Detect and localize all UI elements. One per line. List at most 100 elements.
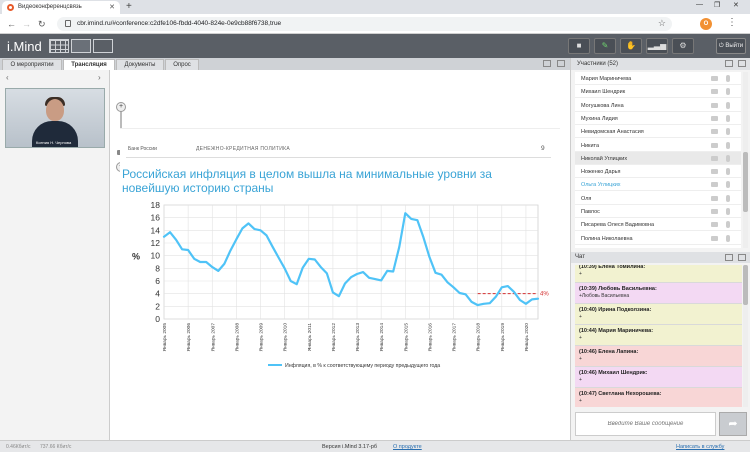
bookmark-star-icon[interactable]: ☆ [658, 18, 666, 29]
chat-scrollbar[interactable] [743, 265, 748, 407]
chat-message-text: + [579, 356, 582, 362]
participants-list: Мария Мариничева Михаил Шендрик Могушкова … [575, 72, 741, 248]
chat-message-author: (10:39) Любовь Васильевна: [579, 286, 657, 292]
zoom-in-icon[interactable]: + [116, 102, 126, 112]
chat-message-text: + [579, 335, 582, 341]
chevron-left-icon[interactable]: ‹ [6, 73, 9, 82]
chart-y-tick-label: 16 [151, 213, 161, 223]
minimize-window-icon[interactable]: — [696, 1, 703, 8]
participant-row[interactable]: Ноженко Дарья [575, 165, 741, 179]
layout-presentation-button[interactable] [93, 39, 113, 53]
restore-panel-icon[interactable] [543, 60, 551, 67]
microphone-button[interactable]: ✎ [594, 38, 616, 54]
tab-broadcast[interactable]: Трансляция [63, 59, 115, 70]
participant-row[interactable]: Ольга Углицких [575, 178, 741, 192]
slide-title: Российская инфляция в целом вышла на мин… [122, 167, 492, 195]
participant-row[interactable]: Полина Николаевна [575, 232, 741, 245]
chat-message: (10:39) Любовь Васильевна: +Любовь Василь… [575, 283, 742, 304]
tab-about-event[interactable]: О мероприятии [2, 59, 62, 70]
tab-poll[interactable]: Опрос [165, 59, 199, 70]
app-header: i.Mind ■ ✎ ✋ ▂▃▅ ⚙ ⏻ Выйти [0, 34, 750, 58]
participant-row[interactable]: Невидомская Анастасия [575, 125, 741, 139]
participant-row[interactable]: Павлос [575, 205, 741, 218]
camera-icon [711, 235, 718, 241]
restore-panel-icon[interactable] [725, 254, 733, 261]
camera-icon [711, 129, 718, 135]
participant-name: Полина Николаевна [581, 235, 633, 242]
participant-row[interactable]: Писарева Олеся Вадимовна [575, 218, 741, 232]
participant-name: Оля [581, 195, 592, 202]
participant-row[interactable]: Никита [575, 139, 741, 152]
maximize-panel-icon[interactable] [738, 60, 746, 67]
microphone-icon [726, 194, 730, 202]
participant-row[interactable]: Мухина Лидия [575, 112, 741, 125]
forward-icon[interactable]: → [22, 19, 31, 29]
participants-scrollbar[interactable] [743, 72, 748, 248]
microphone-icon [726, 75, 730, 82]
chevron-right-icon[interactable]: › [98, 73, 101, 82]
chart-y-tick-label: 8 [155, 263, 160, 273]
camera-button[interactable]: ■ [568, 38, 590, 54]
browser-tab-bar: Видеоконференцсвязь ✕ + — ❐ ✕ [0, 0, 750, 14]
new-tab-icon[interactable]: + [126, 1, 132, 12]
microphone-icon [726, 141, 730, 149]
chart-series-line [162, 212, 540, 307]
participant-name: Михаил Шендрик [581, 89, 626, 96]
chat-message-author: (10:46) Михаил Шендрик: [579, 370, 648, 376]
chart-y-axis-label: % [132, 252, 140, 262]
participant-row[interactable]: Михаил Шендрик [575, 85, 741, 99]
address-bar[interactable]: cbr.imind.ru/#conference:c2dfe106-fbdd-4… [57, 17, 672, 31]
tab-documents[interactable]: Документы [116, 59, 164, 70]
lock-icon [65, 20, 71, 27]
chart-x-tick-label: Январь 2008 [234, 323, 240, 352]
microphone-icon [726, 234, 730, 242]
participant-name: Никита [581, 142, 600, 149]
video-panel: ‹ › Ксения Н. Чернова [0, 70, 110, 440]
close-tab-icon[interactable]: ✕ [109, 3, 115, 11]
chart-x-tick-label: Январь 2019 [500, 323, 506, 352]
chat-message-author: (10:47) Светлана Нехорошева: [579, 391, 662, 397]
send-button[interactable]: ➦ [719, 412, 747, 436]
participant-name: Ольга Углицких [581, 182, 621, 189]
participant-row[interactable]: Оля [575, 192, 741, 205]
browser-tab[interactable]: Видеоконференцсвязь ✕ [2, 1, 120, 14]
close-window-icon[interactable]: ✕ [733, 1, 739, 9]
back-icon[interactable]: ← [7, 19, 16, 29]
speaker-video[interactable]: Ксения Н. Чернова [5, 88, 105, 148]
participant-row[interactable]: Николай Углицких [575, 151, 741, 165]
microphone-icon [726, 128, 730, 136]
app-logo: i.Mind [7, 39, 42, 54]
restore-panel-icon[interactable] [725, 60, 733, 67]
slide-page-number: 9 [541, 145, 545, 152]
maximize-panel-icon[interactable] [738, 254, 746, 261]
content-tabs: О мероприятии Трансляция Документы Опрос [0, 58, 570, 70]
support-link[interactable]: Написать в службу [676, 444, 724, 450]
camera-icon [711, 142, 718, 148]
chart-y-tick-label: 2 [155, 301, 160, 311]
settings-button[interactable]: ⚙ [672, 38, 694, 54]
exit-button[interactable]: ⏻ Выйти [716, 38, 746, 54]
connection-quality-button[interactable]: ▂▃▅ [646, 38, 668, 54]
chat-input[interactable] [575, 412, 716, 436]
chart-x-tick-label: Январь 2012 [331, 323, 337, 352]
layout-grid-button[interactable] [49, 39, 69, 53]
maximize-panel-icon[interactable] [557, 60, 565, 67]
participant-row[interactable]: Могушкова Лина [575, 99, 741, 112]
profile-avatar[interactable]: О [700, 18, 712, 30]
participant-row[interactable]: Мария Мариничева [575, 72, 741, 85]
signal-bars-icon: ▂▃▅ [647, 41, 667, 50]
chat-message: (10:44) Мария Мариничева: + [575, 325, 742, 346]
layout-single-button[interactable] [71, 39, 91, 53]
chart-y-tick-label: 10 [151, 251, 161, 261]
camera-icon [711, 76, 718, 81]
url-text[interactable]: cbr.imind.ru/#conference:c2dfe106-fbdd-4… [77, 20, 281, 27]
reload-icon[interactable]: ↻ [38, 19, 46, 30]
maximize-window-icon[interactable]: ❐ [714, 1, 720, 9]
about-link[interactable]: О продукте [393, 444, 422, 450]
chat-message-field[interactable] [576, 413, 715, 435]
site-favicon-icon [7, 4, 14, 11]
raise-hand-button[interactable]: ✋ [620, 38, 642, 54]
browser-menu-icon[interactable]: ⋮ [727, 17, 737, 28]
microphone-icon: ✎ [601, 41, 609, 50]
browser-tab-title: Видеоконференцсвязь [18, 4, 82, 10]
